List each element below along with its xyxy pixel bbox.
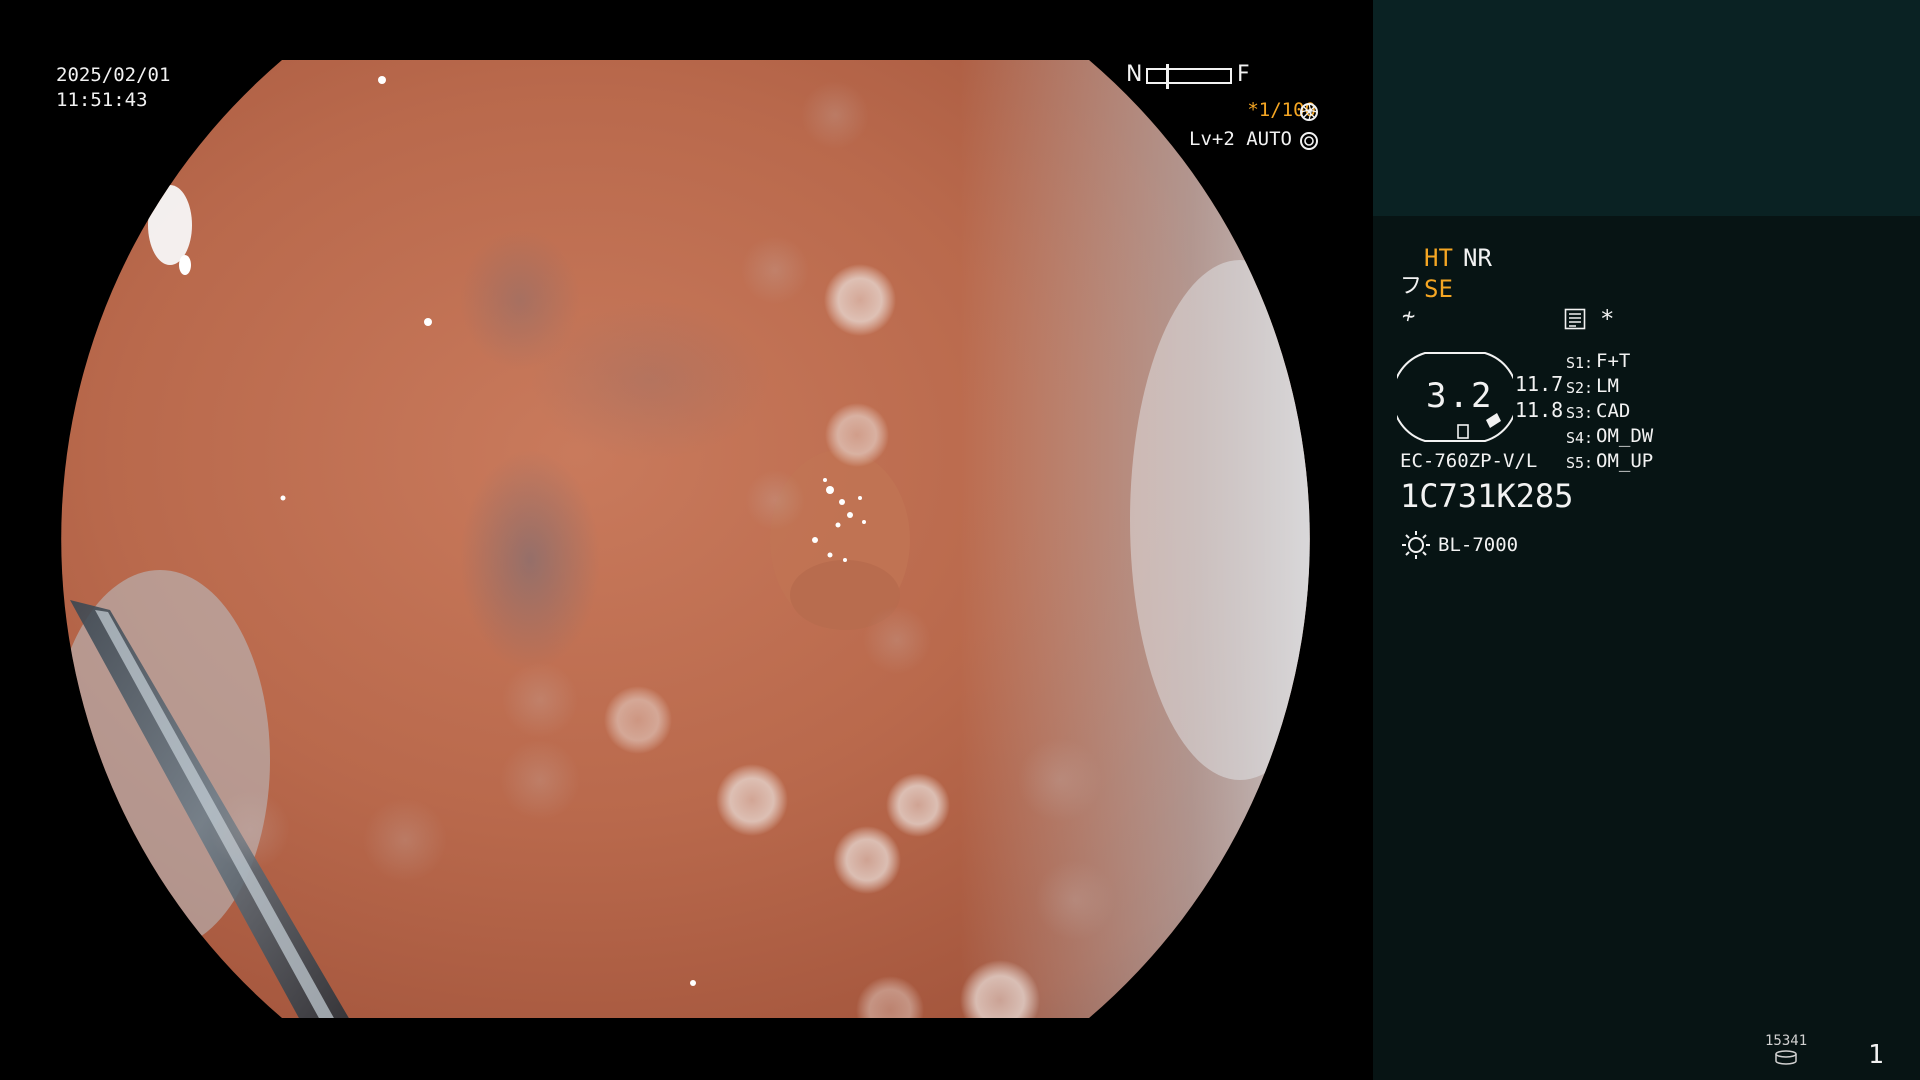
switch-2-key: S2:: [1566, 379, 1594, 397]
switch-3-value: CAD: [1596, 400, 1631, 422]
endoscopy-monitor: 2025/02/01 11:51:43 N F *1/100 Lv+2 AUTO…: [0, 0, 1920, 1080]
switch-4-key: S4:: [1566, 429, 1594, 447]
ht-mode-label: HT: [1424, 244, 1453, 272]
light-source-label: BL-7000: [1438, 534, 1519, 556]
focus-far-label: F: [1237, 62, 1250, 87]
switch-2-value: LM: [1596, 375, 1619, 397]
switch-5-value: OM_UP: [1596, 450, 1654, 472]
switch-5-key: S5:: [1566, 454, 1594, 472]
iris-icon: [1300, 132, 1318, 150]
time-label: 11:51:43: [56, 89, 148, 111]
switch-4-value: OM_DW: [1596, 425, 1654, 447]
value-b: 11.8: [1515, 398, 1564, 422]
page-number: 1: [1868, 1040, 1884, 1070]
date-label: 2025/02/01: [56, 64, 171, 86]
asterisk-indicator: *: [1600, 305, 1615, 333]
focus-position-marker: [1166, 64, 1169, 89]
endoscopic-view: [0, 0, 1373, 1080]
switch-3-key: S3:: [1566, 404, 1594, 422]
memo-icon: [1564, 308, 1586, 330]
scope-model-label: EC-760ZP-V/L: [1400, 450, 1538, 472]
filter-mode-icon: ≁: [1402, 304, 1416, 329]
image-count-label: 15341: [1765, 1033, 1808, 1049]
nr-mode-label: NR: [1463, 244, 1492, 272]
lamp-icon: [1402, 531, 1430, 559]
se-mode-label: SE: [1424, 275, 1453, 303]
switch-1-key: S1:: [1566, 354, 1594, 372]
endoscopic-image: [61, 60, 1310, 1018]
focus-near-label: N: [1126, 62, 1143, 87]
storage-icon: [1775, 1050, 1797, 1065]
info-panel-top: [1373, 0, 1920, 216]
aperture-icon: [1300, 103, 1318, 121]
focus-indicator-bar: [1146, 68, 1232, 84]
brightness-level-label: Lv+2 AUTO: [1189, 128, 1292, 150]
scope-serial-label: 1C731K285: [1400, 477, 1574, 515]
value-a: 11.7: [1515, 372, 1564, 396]
se-mode-icon: フ: [1400, 274, 1423, 299]
info-panel: [1373, 216, 1920, 1080]
zoom-value: 3.2: [1426, 376, 1494, 416]
switch-1-value: F+T: [1596, 350, 1631, 372]
